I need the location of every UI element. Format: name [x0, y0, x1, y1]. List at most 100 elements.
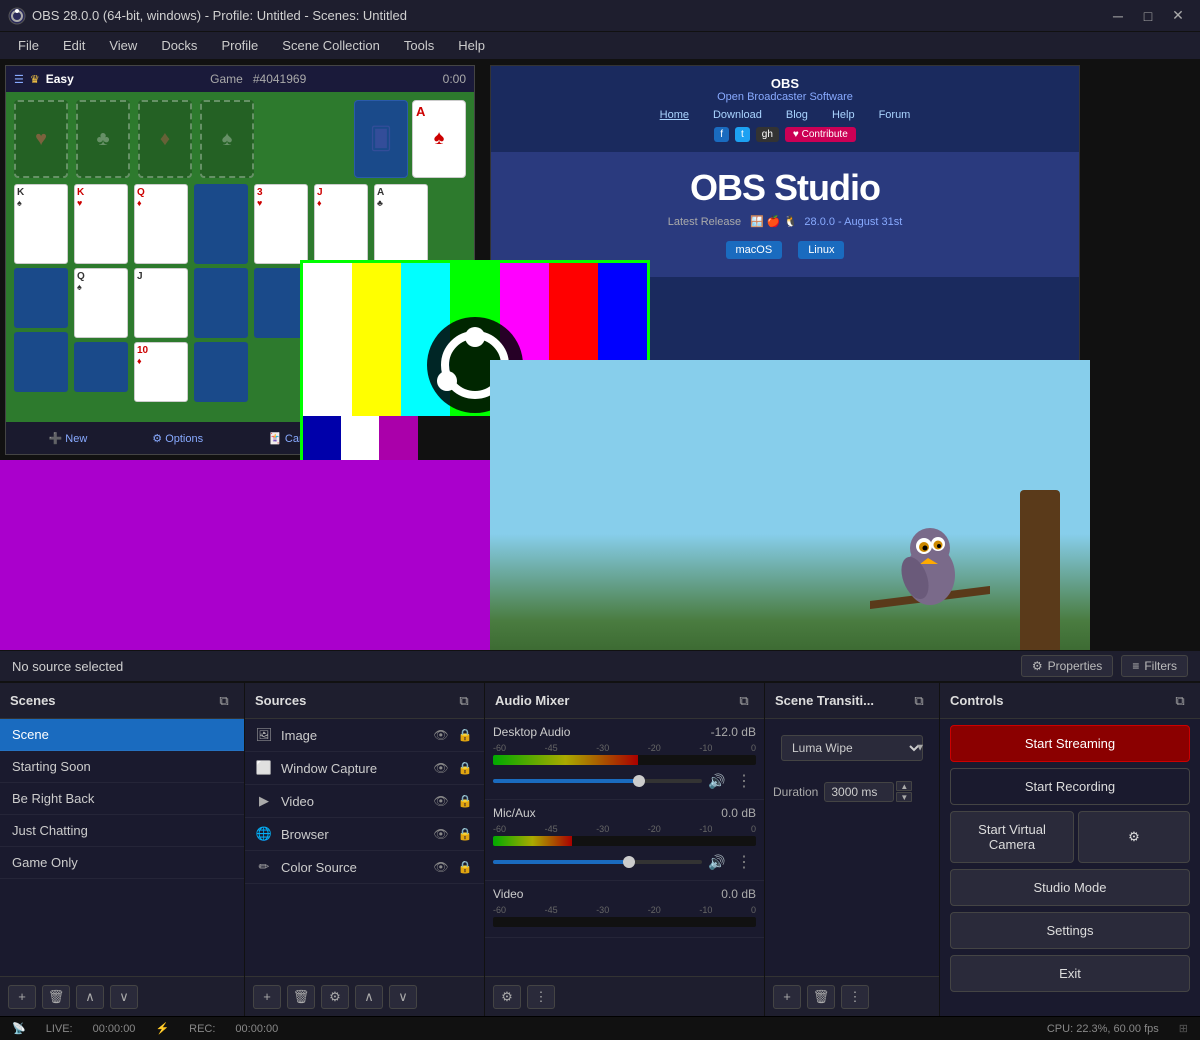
scenes-add-button[interactable]: +: [8, 985, 36, 1009]
transitions-add-button[interactable]: +: [773, 985, 801, 1009]
menu-edit[interactable]: Edit: [53, 35, 95, 56]
start-recording-button[interactable]: Start Recording: [950, 768, 1190, 805]
source-item-video[interactable]: ▶ Video 👁 🔒: [245, 785, 484, 818]
menu-help[interactable]: Help: [448, 35, 495, 56]
audio-mute-desktop[interactable]: 🔊: [708, 772, 726, 790]
source-item-window[interactable]: ⬜ Window Capture 👁 🔒: [245, 752, 484, 785]
scenes-undock-button[interactable]: ⧉: [214, 691, 234, 711]
status-bar: No source selected ⚙ Properties ≡ Filter…: [0, 650, 1200, 682]
source-item-color[interactable]: ✏ Color Source 👁 🔒: [245, 851, 484, 884]
source-lock-button-color[interactable]: 🔒: [456, 858, 474, 876]
source-lock-button-window[interactable]: 🔒: [456, 759, 474, 777]
volume-thumb-desktop[interactable]: [633, 775, 645, 787]
sources-move-down-button[interactable]: ∨: [389, 985, 417, 1009]
transitions-delete-button[interactable]: 🗑: [807, 985, 835, 1009]
card-slot-clubs: ♣: [76, 100, 130, 178]
scenes-delete-button[interactable]: 🗑: [42, 985, 70, 1009]
source-controls-window: 👁 🔒: [432, 759, 474, 777]
menu-tools[interactable]: Tools: [394, 35, 444, 56]
tableau-col-4: [194, 184, 248, 446]
obs-website-content: OBS Studio Latest Release 🪟 🍎 🐧 28.0.0 -…: [491, 152, 1079, 277]
preview-area: ☰ ♛ Easy Game #4041969 0:00 ♥ ♣ ♦ ♠: [0, 60, 1200, 650]
close-button[interactable]: ✕: [1164, 6, 1192, 26]
menu-profile[interactable]: Profile: [211, 35, 268, 56]
exit-button[interactable]: Exit: [950, 955, 1190, 992]
card: Q♦: [134, 184, 188, 264]
meter-bar-mic: [493, 836, 572, 846]
color-source-icon: ✏: [255, 858, 273, 876]
audio-menu-mic[interactable]: ⋮: [732, 850, 756, 874]
source-controls-video: 👁 🔒: [432, 792, 474, 810]
scene-item-1[interactable]: Starting Soon: [0, 751, 244, 783]
sources-move-up-button[interactable]: ∧: [355, 985, 383, 1009]
start-streaming-button[interactable]: Start Streaming: [950, 725, 1190, 762]
color-bar-white: [303, 263, 352, 416]
scene-item-4[interactable]: Game Only: [0, 847, 244, 879]
source-eye-button-browser[interactable]: 👁: [432, 825, 450, 843]
menu-file[interactable]: File: [8, 35, 49, 56]
scenes-move-up-button[interactable]: ∧: [76, 985, 104, 1009]
card: 10♦: [134, 342, 188, 402]
source-item-browser[interactable]: 🌐 Browser 👁 🔒: [245, 818, 484, 851]
audio-mute-mic[interactable]: 🔊: [708, 853, 726, 871]
sources-undock-button[interactable]: ⧉: [454, 691, 474, 711]
audio-track-mic: Mic/Aux 0.0 dB -60-45-30-20-100 🔊 ⋮: [485, 800, 764, 881]
duration-input[interactable]: [824, 782, 894, 802]
audio-title: Audio Mixer: [495, 693, 569, 708]
virtual-camera-settings-button[interactable]: ⚙: [1078, 811, 1190, 863]
audio-mixer-panel: Audio Mixer ⧉ Desktop Audio -12.0 dB -60…: [485, 683, 765, 1016]
source-eye-button-image[interactable]: 👁: [432, 726, 450, 744]
audio-menu-desktop[interactable]: ⋮: [732, 769, 756, 793]
settings-button[interactable]: Settings: [950, 912, 1190, 949]
sources-settings-button[interactable]: ⚙: [321, 985, 349, 1009]
source-eye-button-color[interactable]: 👁: [432, 858, 450, 876]
meter-desktop: [493, 755, 756, 765]
titlebar: OBS 28.0.0 (64-bit, windows) - Profile: …: [0, 0, 1200, 32]
source-lock-button-video[interactable]: 🔒: [456, 792, 474, 810]
filter-icon: ≡: [1132, 659, 1139, 673]
card: K♠: [14, 184, 68, 264]
minimize-button[interactable]: ─: [1104, 6, 1132, 26]
source-eye-button-window[interactable]: 👁: [432, 759, 450, 777]
obs-macos-btn[interactable]: macOS: [726, 241, 783, 259]
rec-icon: ⚡: [155, 1022, 169, 1035]
obs-linux-btn[interactable]: Linux: [798, 241, 844, 259]
controls-undock-button[interactable]: ⧉: [1170, 691, 1190, 711]
menu-docks[interactable]: Docks: [151, 35, 207, 56]
filters-button[interactable]: ≡ Filters: [1121, 655, 1188, 677]
card: J♦: [314, 184, 368, 264]
scene-item-3[interactable]: Just Chatting: [0, 815, 244, 847]
maximize-button[interactable]: □: [1134, 6, 1162, 26]
menu-view[interactable]: View: [99, 35, 147, 56]
volume-thumb-mic[interactable]: [623, 856, 635, 868]
transitions-undock-button[interactable]: ⧉: [909, 691, 929, 711]
audio-menu-button[interactable]: ⋮: [527, 985, 555, 1009]
scene-item-2[interactable]: Be Right Back: [0, 783, 244, 815]
studio-mode-button[interactable]: Studio Mode: [950, 869, 1190, 906]
source-item-image[interactable]: 🖼 Image 👁 🔒: [245, 719, 484, 752]
menu-scene-collection[interactable]: Scene Collection: [272, 35, 390, 56]
properties-button[interactable]: ⚙ Properties: [1021, 655, 1113, 677]
solitaire-options[interactable]: ⚙ Options: [152, 432, 203, 445]
source-lock-button-browser[interactable]: 🔒: [456, 825, 474, 843]
transition-select[interactable]: Luma Wipe Cut Fade Fade to Color Swipe S…: [781, 735, 923, 761]
source-lock-button-image[interactable]: 🔒: [456, 726, 474, 744]
duration-row: Duration ▲ ▼: [765, 777, 939, 806]
sources-delete-button[interactable]: 🗑: [287, 985, 315, 1009]
scenes-move-down-button[interactable]: ∨: [110, 985, 138, 1009]
scene-item-0[interactable]: Scene: [0, 719, 244, 751]
audio-undock-button[interactable]: ⧉: [734, 691, 754, 711]
duration-up-button[interactable]: ▲: [896, 781, 912, 791]
transitions-menu-button[interactable]: ⋮: [841, 985, 869, 1009]
gear-icon: ⚙: [1032, 659, 1043, 673]
duration-down-button[interactable]: ▼: [896, 792, 912, 802]
sources-toolbar: + 🗑 ⚙ ∧ ∨: [245, 976, 484, 1016]
audio-settings-button[interactable]: ⚙: [493, 985, 521, 1009]
source-eye-button-video[interactable]: 👁: [432, 792, 450, 810]
bird-character: [870, 510, 990, 630]
volume-slider-mic[interactable]: [493, 860, 702, 864]
solitaire-new[interactable]: ➕ New: [49, 432, 88, 445]
start-virtual-camera-button[interactable]: Start Virtual Camera: [950, 811, 1074, 863]
sources-add-button[interactable]: +: [253, 985, 281, 1009]
volume-slider-desktop[interactable]: [493, 779, 702, 783]
